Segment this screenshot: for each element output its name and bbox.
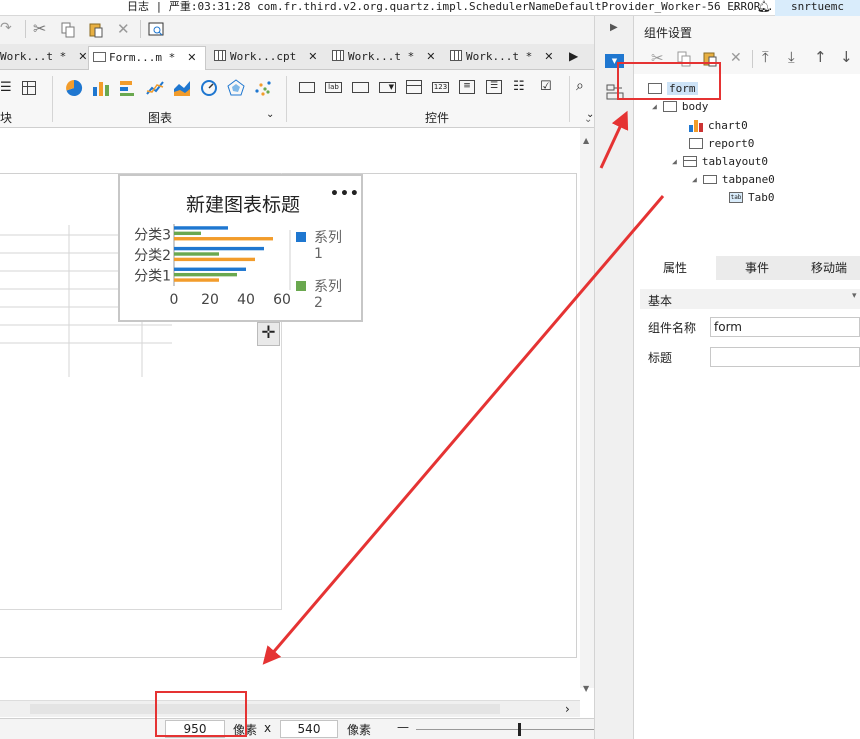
annotation-arrows xyxy=(262,110,665,665)
designer-window: 日志 | 严重:03:31:28 com.fr.third.v2.org.qua… xyxy=(0,0,860,739)
